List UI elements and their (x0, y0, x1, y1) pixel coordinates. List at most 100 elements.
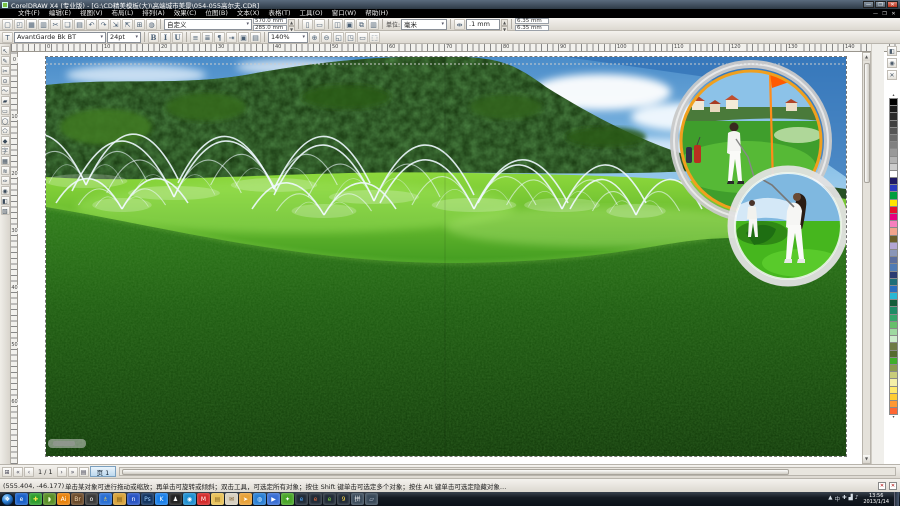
taskbar-notepad[interactable]: ▱ (365, 493, 378, 505)
paragraph-option-6[interactable]: ▤ (250, 32, 261, 43)
menu-item-12[interactable]: 帮助(H) (361, 9, 392, 18)
smart-fill-tool[interactable]: ▰ (1, 96, 10, 105)
bold-button[interactable]: B (148, 32, 159, 43)
paper-size-spinner[interactable]: ▲▼ (288, 19, 295, 30)
taskbar-coreldraw[interactable]: ◗ (43, 493, 56, 505)
taskbar-bridge[interactable]: Br (71, 493, 84, 505)
maximize-button[interactable]: ❐ (875, 1, 886, 8)
page-tab[interactable]: 页 1 (90, 466, 117, 477)
drawing-canvas[interactable] (18, 52, 862, 464)
open-icon[interactable]: ◰ (14, 19, 25, 30)
menu-item-1[interactable]: 文件(F) (14, 9, 44, 18)
taskbar-input-method[interactable]: 拼 (351, 493, 364, 505)
nudge-spinner[interactable]: ▲▼ (501, 19, 508, 30)
last-page-button[interactable]: » (68, 467, 78, 477)
copy-icon[interactable]: ❏ (62, 19, 73, 30)
tray-security[interactable]: ✚ (842, 495, 847, 503)
taskbar-qq-game[interactable]: ♗ (99, 493, 112, 505)
taskbar-mail[interactable]: ✉ (225, 493, 238, 505)
fill-tool[interactable]: ◧ (1, 196, 10, 205)
taskbar-internet-explorer[interactable]: e (15, 493, 28, 505)
taskbar-remote-app[interactable]: n (127, 493, 140, 505)
property-option-2[interactable]: ▣ (344, 19, 355, 30)
tray-network[interactable]: ▟ (849, 495, 853, 503)
color-palette[interactable]: ▴▾ (887, 92, 900, 464)
taskbar-green-bird[interactable]: ✦ (281, 493, 294, 505)
nudge-field[interactable]: .1 mm (466, 19, 500, 30)
italic-button[interactable]: I (160, 32, 171, 43)
vertical-ruler[interactable]: 0102030405060 (11, 52, 18, 464)
start-button[interactable]: ❖ (1, 493, 14, 506)
taskbar-qq[interactable]: ♟ (169, 493, 182, 505)
horizontal-ruler[interactable]: 0102030405060708090100110120130140 (11, 44, 900, 52)
taskbar-sogou-browser[interactable]: e (323, 493, 336, 505)
portrait-button[interactable]: ▯ (302, 19, 313, 30)
next-page-button[interactable]: › (57, 467, 67, 477)
undo-icon[interactable]: ↶ (86, 19, 97, 30)
page-options-icon[interactable]: ⊞ (2, 467, 12, 477)
taskbar-m-app[interactable]: M (197, 493, 210, 505)
tray-volume[interactable]: ♪ (855, 495, 859, 503)
minimize-button[interactable]: — (863, 1, 874, 8)
freehand-tool[interactable]: 〜 (1, 86, 10, 95)
taskbar-file-manager[interactable]: ▤ (113, 493, 126, 505)
menu-item-10[interactable]: 工具(O) (296, 9, 327, 18)
taskbar-security-app[interactable]: ✚ (29, 493, 42, 505)
polygon-tool[interactable]: ⬠ (1, 126, 10, 135)
import-icon[interactable]: ⇲ (110, 19, 121, 30)
docker-icons[interactable]: ◧◉✕ (884, 44, 900, 90)
zoom-tool-button-5[interactable]: ▭ (357, 32, 368, 43)
ellipse-tool[interactable]: ◯ (1, 116, 10, 125)
outline-pen-tool[interactable]: ◉ (1, 186, 10, 195)
taskbar-potplayer[interactable]: ▶ (267, 493, 280, 505)
menu-item-4[interactable]: 布局(L) (108, 9, 138, 18)
menu-item-6[interactable]: 效果(C) (170, 9, 201, 18)
property-option-4[interactable]: ▥ (368, 19, 379, 30)
zoom-tool[interactable]: ⊙ (1, 76, 10, 85)
horizontal-scrollbar[interactable] (119, 467, 896, 476)
menu-item-3[interactable]: 视图(V) (76, 9, 107, 18)
taskbar-foxmail[interactable]: ➤ (239, 493, 252, 505)
landscape-button[interactable]: ▭ (314, 19, 325, 30)
paragraph-option-2[interactable]: ≣ (202, 32, 213, 43)
blend-tool[interactable]: ≋ (1, 166, 10, 175)
taskbar-photoshop[interactable]: Ps (141, 493, 154, 505)
prev-page-button[interactable]: ‹ (24, 467, 34, 477)
zoom-tool-button-3[interactable]: ◱ (333, 32, 344, 43)
tray-input-indicator[interactable]: 中 (834, 495, 840, 503)
new-icon[interactable]: ▢ (2, 19, 13, 30)
zoom-tool-button-4[interactable]: ◳ (345, 32, 356, 43)
taskbar-office-tool[interactable]: o (85, 493, 98, 505)
taskbar-illustrator[interactable]: Ai (57, 493, 70, 505)
golf-artwork[interactable] (46, 57, 846, 456)
taskbar-ie-red[interactable]: e (309, 493, 322, 505)
font-size-combo[interactable]: 24pt▾ (107, 32, 141, 43)
tray-hidden-icons[interactable]: ▲ (828, 495, 832, 503)
paste-icon[interactable]: ▤ (74, 19, 85, 30)
menu-item-7[interactable]: 位图(B) (201, 9, 232, 18)
text-tool[interactable]: 字 (1, 146, 10, 155)
docker-hint-icon[interactable]: ◧ (887, 46, 897, 56)
rectangle-tool[interactable]: ▭ (1, 106, 10, 115)
font-family-combo[interactable]: AvantGarde Bk BT▾ (14, 32, 106, 43)
inset-photo-swing[interactable] (731, 169, 845, 283)
paragraph-option-5[interactable]: ▣ (238, 32, 249, 43)
taskbar-game-9[interactable]: 9 (337, 493, 350, 505)
property-option-1[interactable]: ◫ (332, 19, 343, 30)
paragraph-option-3[interactable]: ¶ (214, 32, 225, 43)
paper-preset-combo[interactable]: 自定义▾ (164, 19, 252, 30)
units-combo[interactable]: 毫米▾ (401, 19, 447, 30)
show-desktop-button[interactable] (894, 492, 899, 506)
taskbar-browser-globe[interactable]: ◍ (253, 493, 266, 505)
doc-control[interactable]: — (871, 11, 880, 17)
paragraph-option-4[interactable]: ⇥ (226, 32, 237, 43)
interactive-fill-tool[interactable]: ▧ (1, 206, 10, 215)
close-button[interactable]: ✕ (887, 1, 898, 8)
export-icon[interactable]: ⇱ (122, 19, 133, 30)
shape-tool[interactable]: ✎ (1, 56, 10, 65)
corel-online-icon[interactable]: ◍ (146, 19, 157, 30)
crop-tool[interactable]: ✂ (1, 66, 10, 75)
eyedropper-tool[interactable]: ✑ (1, 176, 10, 185)
taskbar-kugou[interactable]: K (155, 493, 168, 505)
pick-tool[interactable]: ↖ (1, 46, 10, 55)
